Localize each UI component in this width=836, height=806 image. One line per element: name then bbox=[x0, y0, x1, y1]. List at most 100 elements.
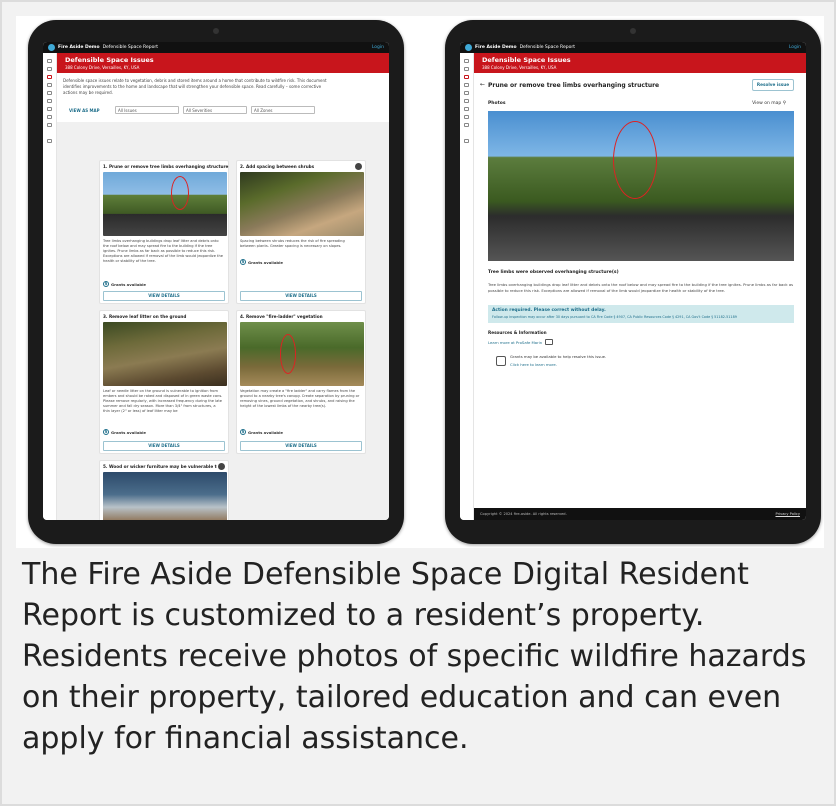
card-title: 3. Remove leaf litter on the ground bbox=[103, 314, 187, 319]
resources-title: Resources & Information bbox=[488, 330, 547, 335]
card-description: Vegetation may create a "fire ladder" an… bbox=[240, 389, 360, 408]
top-bar: Fire Aside Demo Defensible Space Report … bbox=[43, 42, 389, 53]
view-details-button[interactable]: VIEW DETAILS bbox=[103, 291, 225, 301]
highlight-oval bbox=[171, 176, 189, 210]
photos-header: Photos View on map ⚲ bbox=[488, 101, 786, 106]
filter-bar: VIEW AS MAP All Issues All Severities Al… bbox=[69, 105, 339, 115]
view-details-button[interactable]: VIEW DETAILS bbox=[103, 441, 225, 451]
document-icon[interactable] bbox=[464, 83, 469, 87]
sidebar bbox=[460, 53, 474, 520]
settings-icon[interactable] bbox=[47, 91, 52, 95]
grant-text: Grants may be available to help resolve … bbox=[510, 354, 607, 359]
view-on-map-link[interactable]: View on map ⚲ bbox=[752, 101, 786, 106]
view-details-button[interactable]: VIEW DETAILS bbox=[240, 441, 362, 451]
right-screen: Fire Aside Demo Defensible Space Report … bbox=[460, 42, 806, 520]
intro-text: Defensible space issues relate to vegeta… bbox=[63, 78, 327, 95]
menu-dot-icon[interactable] bbox=[218, 463, 225, 470]
home-icon[interactable] bbox=[47, 59, 52, 63]
grant-icon bbox=[496, 356, 506, 366]
issue-photo[interactable] bbox=[240, 172, 364, 236]
figure-caption: The Fire Aside Defensible Space Digital … bbox=[22, 557, 807, 756]
resolve-issue-button[interactable]: Resolve issue bbox=[752, 79, 794, 91]
right-tablet: Fire Aside Demo Defensible Space Report … bbox=[445, 20, 821, 544]
home-icon[interactable] bbox=[464, 59, 469, 63]
map-icon[interactable] bbox=[464, 123, 469, 127]
external-link-icon bbox=[545, 339, 554, 345]
issue-photo[interactable] bbox=[103, 172, 227, 236]
issues-header: Defensible Space Issues 388 Colony Drive… bbox=[474, 53, 806, 73]
photos-label: Photos bbox=[488, 101, 506, 106]
resource-link[interactable]: Learn more at ProSafe Marin bbox=[488, 339, 554, 345]
left-screen: Fire Aside Demo Defensible Space Report … bbox=[43, 42, 389, 520]
warning-icon[interactable] bbox=[47, 75, 52, 79]
page-title: Defensible Space Issues bbox=[482, 56, 571, 64]
screenshot-panel: Fire Aside Demo Defensible Space Report … bbox=[16, 16, 824, 548]
issues-select[interactable]: All Issues bbox=[115, 106, 179, 114]
camera-dot bbox=[630, 28, 636, 34]
copyright: Copyright © 2024 fire-aside. All rights … bbox=[480, 512, 567, 516]
list-icon[interactable] bbox=[47, 115, 52, 119]
grant-learn-more-link[interactable]: Click here to learn more. bbox=[510, 362, 557, 367]
view-as-map-button[interactable]: VIEW AS MAP bbox=[69, 108, 111, 113]
view-details-button[interactable]: VIEW DETAILS bbox=[240, 291, 362, 301]
dollar-icon: $ bbox=[103, 429, 109, 435]
address: 388 Colony Drive, Versailles, KY, USA bbox=[482, 65, 557, 70]
pin-icon: ⚲ bbox=[782, 101, 786, 106]
info-icon[interactable] bbox=[464, 99, 469, 103]
issue-card-1[interactable]: 1. Prune or remove tree limbs overhangin… bbox=[99, 160, 229, 304]
severities-select[interactable]: All Severities bbox=[183, 106, 247, 114]
zones-select[interactable]: All Zones bbox=[251, 106, 315, 114]
issue-card-2[interactable]: 2. Add spacing between shrubs Spacing be… bbox=[236, 160, 366, 304]
left-tablet: Fire Aside Demo Defensible Space Report … bbox=[28, 20, 404, 544]
issue-photo[interactable] bbox=[240, 322, 364, 386]
list-icon[interactable] bbox=[464, 115, 469, 119]
dollar-icon: $ bbox=[103, 281, 109, 287]
issue-card-4[interactable]: 4. Remove "fire-ladder" vegetation Veget… bbox=[236, 310, 366, 454]
warning-icon[interactable] bbox=[464, 75, 469, 79]
card-description: Tree limbs overhanging buildings drop le… bbox=[103, 239, 223, 263]
brand-name: Fire Aside Demo bbox=[58, 45, 100, 50]
card-description: Spacing between shrubs reduces the risk … bbox=[240, 239, 345, 248]
back-arrow-icon[interactable]: ← bbox=[480, 81, 485, 88]
top-bar: Fire Aside Demo Defensible Space Report … bbox=[460, 42, 806, 53]
fire-aside-logo-icon bbox=[465, 44, 472, 51]
menu-dot-icon[interactable] bbox=[355, 163, 362, 170]
card-title: 4. Remove "fire-ladder" vegetation bbox=[240, 314, 323, 319]
chart-icon[interactable] bbox=[47, 107, 52, 111]
issue-photo[interactable] bbox=[103, 472, 227, 520]
grants-badge: $ Grants available bbox=[240, 429, 284, 435]
chart-icon[interactable] bbox=[464, 107, 469, 111]
card-title: 5. Wood or wicker furniture may be vulne… bbox=[103, 464, 217, 469]
report-name: Defensible Space Report bbox=[519, 45, 575, 50]
issue-photo-large[interactable] bbox=[488, 111, 794, 261]
footer: Copyright © 2024 fire-aside. All rights … bbox=[474, 508, 806, 520]
observation-title: Tree limbs were observed overhanging str… bbox=[488, 270, 619, 275]
issues-header: Defensible Space Issues 388 Colony Drive… bbox=[57, 53, 389, 73]
issue-photo[interactable] bbox=[103, 322, 227, 386]
issue-card-5[interactable]: 5. Wood or wicker furniture may be vulne… bbox=[99, 460, 229, 520]
highlight-oval bbox=[613, 121, 657, 199]
highlight-oval bbox=[280, 334, 296, 374]
figure-frame: Fire Aside Demo Defensible Space Report … bbox=[0, 0, 836, 806]
action-required-alert: Action required. Please correct without … bbox=[488, 305, 794, 323]
issue-card-3[interactable]: 3. Remove leaf litter on the ground Leaf… bbox=[99, 310, 229, 454]
grants-badge: $ Grants available bbox=[103, 281, 147, 287]
card-title: 1. Prune or remove tree limbs overhangin… bbox=[103, 164, 229, 169]
issue-detail-title: Prune or remove tree limbs overhanging s… bbox=[488, 82, 660, 89]
share-icon[interactable] bbox=[47, 139, 52, 143]
folder-icon[interactable] bbox=[464, 67, 469, 71]
fire-aside-logo-icon bbox=[48, 44, 55, 51]
info-icon[interactable] bbox=[47, 99, 52, 103]
settings-icon[interactable] bbox=[464, 91, 469, 95]
privacy-policy-link[interactable]: Privacy Policy bbox=[776, 512, 801, 516]
share-icon[interactable] bbox=[464, 139, 469, 143]
login-link[interactable]: Login bbox=[372, 45, 384, 50]
grants-badge: $ Grants available bbox=[240, 259, 284, 265]
sidebar bbox=[43, 53, 57, 520]
document-icon[interactable] bbox=[47, 83, 52, 87]
camera-dot bbox=[213, 28, 219, 34]
login-link[interactable]: Login bbox=[789, 45, 801, 50]
map-icon[interactable] bbox=[47, 123, 52, 127]
folder-icon[interactable] bbox=[47, 67, 52, 71]
brand-name: Fire Aside Demo bbox=[475, 45, 517, 50]
